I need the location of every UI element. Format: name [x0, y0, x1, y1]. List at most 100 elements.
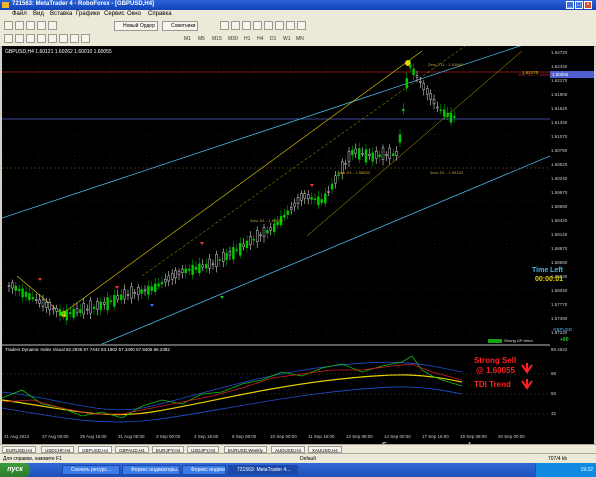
expert-advisors-button[interactable]: Советники: [162, 21, 199, 31]
candle-body: [194, 266, 198, 270]
zoom-out-icon[interactable]: [264, 21, 273, 30]
task-item-0[interactable]: Скачать ресурс...: [62, 465, 120, 475]
candle-body: [347, 151, 351, 162]
time-label: 3 Sep 00:00: [156, 434, 181, 439]
price-chart[interactable]: [2, 46, 550, 344]
chart-shift-icon[interactable]: [286, 21, 295, 30]
line-chart-icon[interactable]: [242, 21, 251, 30]
trendline-icon[interactable]: [48, 34, 57, 43]
title-bar: 721563: MetaTrader 4 - RoboForex - [GBPU…: [0, 0, 596, 10]
bar-chart-icon[interactable]: [220, 21, 229, 30]
tf-d1-button[interactable]: D1: [270, 36, 276, 42]
navigator-icon[interactable]: [37, 21, 46, 30]
candle-body: [303, 193, 306, 199]
vertical-line-icon[interactable]: [26, 34, 35, 43]
chart-tab[interactable]: AUDUSD,H4: [271, 446, 306, 453]
tf-mn-button[interactable]: MN: [296, 36, 304, 42]
candle-body: [167, 275, 171, 282]
menu-charts[interactable]: Графики: [76, 11, 100, 17]
fib-label-0: Zero 3.11 - 1.61940: [428, 62, 463, 67]
candle-body: [14, 285, 18, 291]
menu-help[interactable]: Справка: [148, 11, 172, 17]
start-button[interactable]: пуск: [0, 463, 30, 477]
tdi-indicator[interactable]: [2, 346, 550, 432]
text-icon[interactable]: [81, 34, 90, 43]
menu-file[interactable]: Файл: [12, 11, 27, 17]
price-label: 1.57490: [551, 316, 568, 321]
new-order-button[interactable]: Новый Ордер: [114, 21, 158, 31]
candle-body: [439, 109, 442, 111]
zoom-in-icon[interactable]: [253, 21, 262, 30]
close-button[interactable]: ×: [584, 1, 592, 9]
candle-body: [191, 264, 194, 275]
price-label: 1.62720: [551, 50, 568, 55]
candle-body: [443, 109, 446, 117]
candle-body: [96, 301, 99, 310]
new-chart-icon[interactable]: [4, 21, 13, 30]
cursor-icon[interactable]: [4, 34, 13, 43]
tdi-upper-band: [2, 361, 463, 411]
candle-body: [164, 278, 167, 283]
chart-tab[interactable]: EURJPY,H4: [152, 446, 185, 453]
terminal-icon[interactable]: [48, 21, 57, 30]
horizontal-line-icon[interactable]: [37, 34, 46, 43]
candle-body: [160, 282, 164, 285]
chart-tab[interactable]: XAUUSD,H4: [308, 446, 342, 453]
candle-body: [187, 268, 191, 271]
tf-h1-button[interactable]: H1: [244, 36, 250, 42]
tf-m5-button[interactable]: M5: [198, 36, 205, 42]
chart-tab[interactable]: EURUSD,Weekly: [224, 446, 267, 453]
tf-m30-button[interactable]: M30: [228, 36, 238, 42]
tf-h4-button[interactable]: H4: [257, 36, 263, 42]
time-label: 13 Sep 08:00: [346, 434, 373, 439]
task-item-1[interactable]: Форекс индикаторы...: [122, 465, 180, 475]
arrow-down-icon: [521, 379, 533, 390]
candle-body: [405, 78, 408, 89]
candle-body: [204, 263, 208, 269]
fib-label-1: Zero 1/1 - 1.60650: [518, 72, 551, 77]
candlestick-icon[interactable]: [231, 21, 240, 30]
candle-body: [426, 88, 429, 95]
indicators-icon[interactable]: [297, 21, 306, 30]
tf-m15-button[interactable]: M15: [212, 36, 222, 42]
candle-body: [79, 309, 82, 313]
profiles-icon[interactable]: [15, 21, 24, 30]
candle-body: [177, 271, 181, 275]
status-help-text: Для справки, нажмите F1: [3, 456, 62, 462]
candle-body: [307, 194, 310, 200]
minimize-button[interactable]: _: [566, 1, 574, 9]
fibonacci-icon[interactable]: [70, 34, 79, 43]
candle-body: [317, 196, 320, 206]
autoscroll-icon[interactable]: [275, 21, 284, 30]
candle-body: [449, 112, 453, 123]
market-watch-icon[interactable]: [26, 21, 35, 30]
chart-tab[interactable]: USDCHF,H4: [41, 446, 75, 453]
chart-tab[interactable]: GBPUSD,H4: [78, 446, 113, 453]
maximize-button[interactable]: □: [575, 1, 583, 9]
candle-body: [395, 151, 398, 156]
chart-tab[interactable]: USDJPY,H4: [187, 446, 220, 453]
candle-body: [286, 210, 289, 215]
time-label: 31 Aug 08:00: [118, 434, 145, 439]
menu-tools[interactable]: Сервис: [104, 11, 125, 17]
fib-label-2: Zero 3/1 - 1.59120: [430, 170, 463, 175]
candle-body: [269, 227, 272, 231]
channel-icon[interactable]: [59, 34, 68, 43]
task-item-2[interactable]: Форекс индикаторы...: [182, 465, 226, 475]
candle-body: [221, 251, 225, 262]
candle-body: [123, 289, 126, 300]
chart-tab[interactable]: EURUSD,H4: [2, 446, 37, 453]
crosshair-icon[interactable]: [15, 34, 24, 43]
menu-view[interactable]: Вид: [33, 11, 44, 17]
tf-m1-button[interactable]: M1: [184, 36, 191, 42]
chart-tab[interactable]: GBPAUD,H4: [115, 446, 149, 453]
candle-body: [126, 294, 130, 296]
price-label: 1.58040: [551, 288, 568, 293]
price-label: 1.60520: [551, 162, 568, 167]
menu-window[interactable]: Окно: [127, 11, 141, 17]
taskbar: пуск Скачать ресурс... Форекс индикаторы…: [0, 463, 596, 477]
candle-body: [35, 299, 38, 301]
menu-insert[interactable]: Вставка: [50, 11, 72, 17]
tf-w1-button[interactable]: W1: [283, 36, 291, 42]
task-item-3[interactable]: 721563: MetaTrader 4...: [228, 465, 298, 475]
